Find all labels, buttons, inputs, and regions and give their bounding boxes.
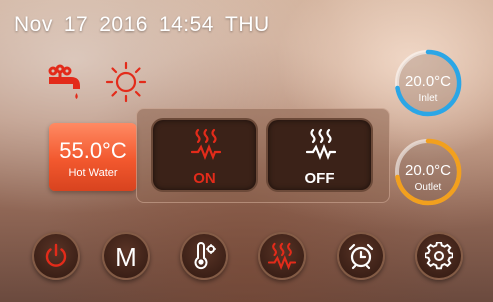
hot-water-value: 55.0°C — [59, 138, 127, 163]
inlet-temperature-gauge: 20.0°C Inlet — [392, 47, 464, 119]
mode-icon: M — [115, 242, 137, 272]
heating-off-label: OFF — [304, 170, 335, 187]
inlet-value: 20.0°C — [404, 73, 452, 90]
outlet-temperature-gauge: 20.0°C Outlet — [392, 136, 464, 208]
temperature-settings-button[interactable] — [180, 232, 228, 280]
heating-off-icon — [306, 128, 336, 160]
alarm-button[interactable] — [337, 232, 385, 280]
power-icon — [45, 243, 67, 267]
sun-icon — [104, 60, 147, 103]
heating-on-label: ON — [193, 170, 216, 187]
weekday: THU — [225, 13, 270, 36]
faucet-icon — [46, 62, 88, 104]
inlet-label: Inlet — [418, 93, 438, 104]
heating-on-icon — [191, 128, 221, 160]
heating-button[interactable] — [258, 232, 306, 280]
mode-button[interactable]: M — [102, 232, 150, 280]
heating-off-button[interactable]: OFF — [266, 118, 373, 192]
alarm-clock-icon — [348, 243, 374, 270]
thermometer-settings-icon — [194, 242, 216, 270]
date-day: 17 — [63, 13, 89, 36]
hot-water-label: Hot Water — [68, 167, 118, 179]
control-screen: Nov 17 2016 14:54 THU 55.0°C Hot Water O… — [0, 0, 493, 302]
date-time-display: Nov 17 2016 14:54 THU — [14, 13, 281, 37]
settings-gear-icon — [425, 242, 453, 270]
outlet-label: Outlet — [414, 182, 442, 193]
outlet-value: 20.0°C — [404, 162, 452, 179]
heating-control-panel: ON OFF — [136, 108, 390, 203]
heating-on-button[interactable]: ON — [151, 118, 258, 192]
hot-water-temperature-tile[interactable]: 55.0°C Hot Water — [49, 123, 137, 191]
date-month: Nov — [14, 13, 53, 36]
clock-time: 14:54 — [158, 13, 214, 36]
date-year: 2016 — [99, 13, 148, 36]
heating-icon — [268, 242, 296, 270]
settings-button[interactable] — [415, 232, 463, 280]
power-button[interactable] — [32, 232, 80, 280]
